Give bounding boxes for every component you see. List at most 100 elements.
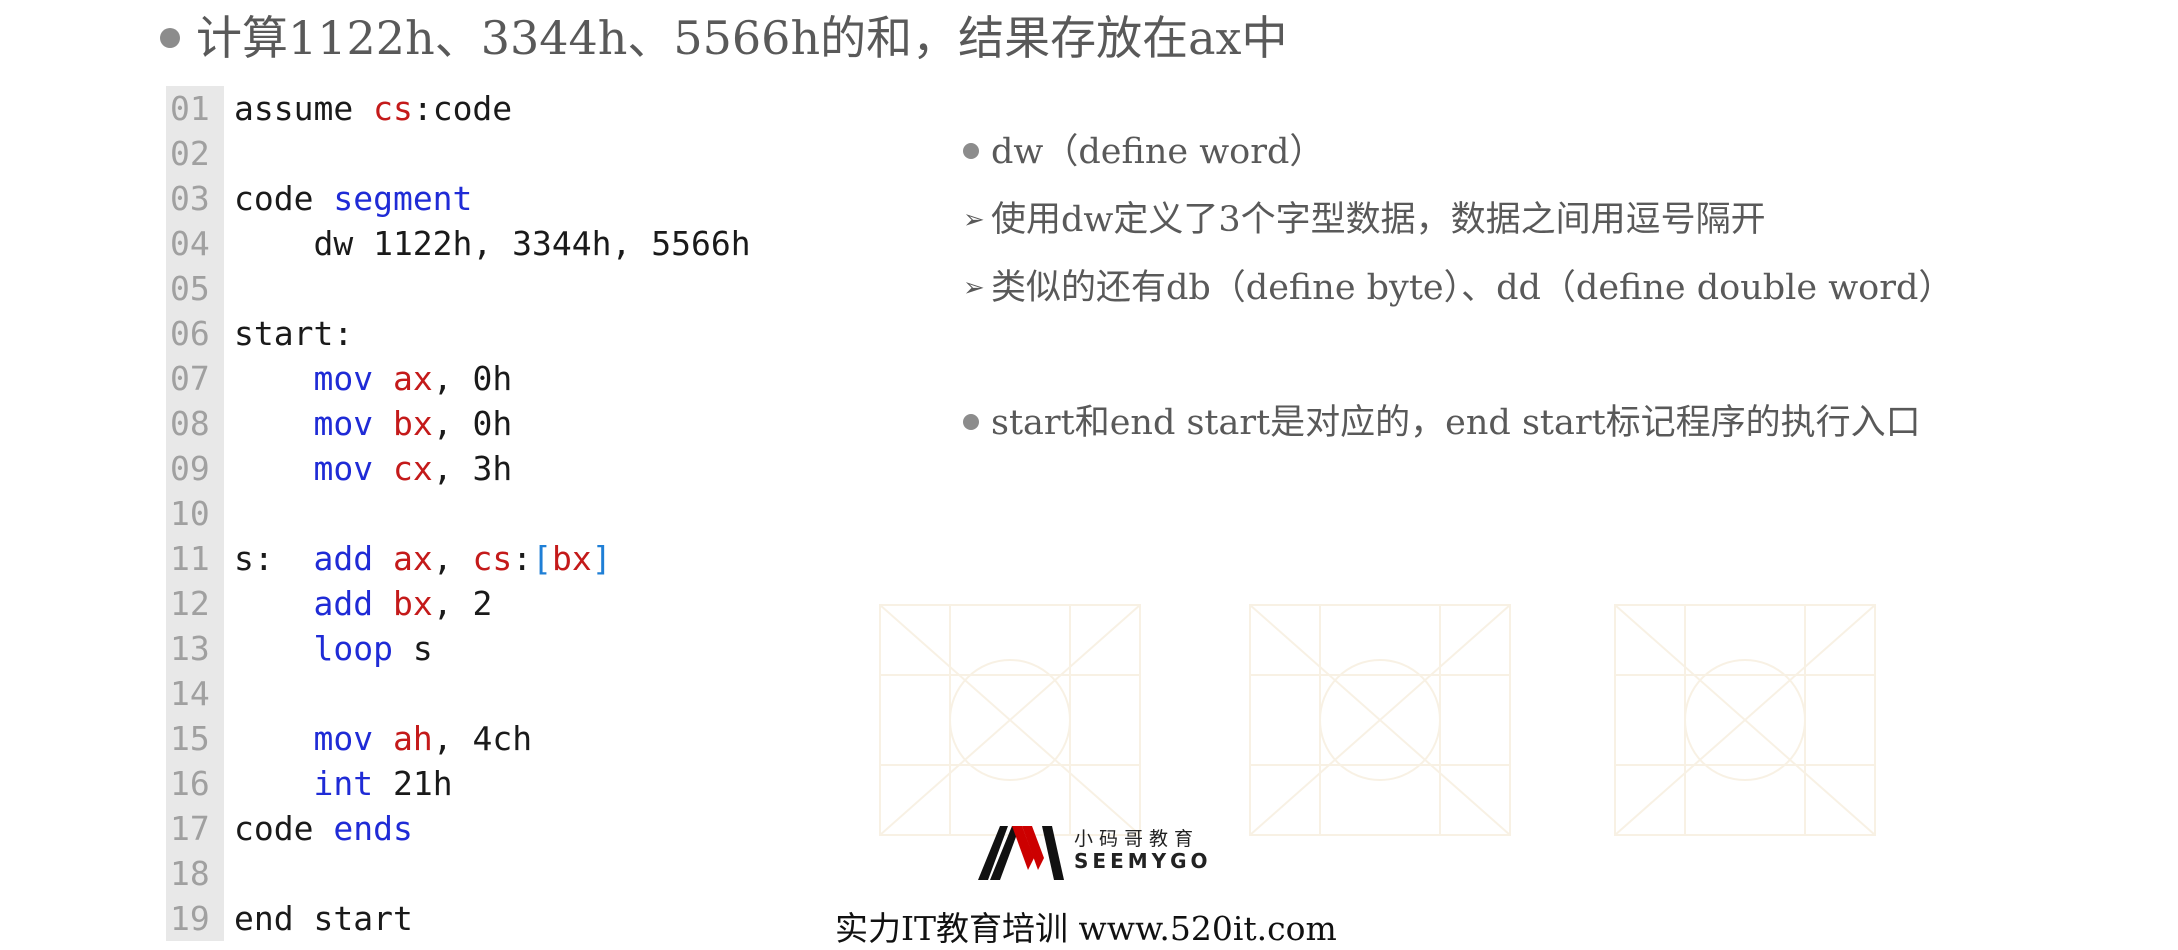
line-number: 12 bbox=[166, 581, 224, 626]
code-text: dw 1122h, 3344h, 5566h bbox=[224, 221, 751, 266]
code-token: dw 1122h, 3344h, 5566h bbox=[234, 224, 751, 263]
code-token: add bbox=[313, 584, 374, 623]
seemygo-logo-icon bbox=[978, 826, 1064, 880]
code-token: bx bbox=[392, 404, 433, 443]
code-token: mov bbox=[313, 359, 374, 398]
code-listing: 01 assume cs:code 02 03 code segment 04 dw 11… bbox=[166, 86, 751, 941]
code-line: 11 s: add ax, cs:[bx] bbox=[166, 536, 751, 581]
code-token: loop bbox=[313, 629, 393, 668]
code-line: 19 end start bbox=[166, 896, 751, 941]
line-number: 14 bbox=[166, 671, 224, 716]
line-number: 13 bbox=[166, 626, 224, 671]
code-token: :code bbox=[412, 89, 513, 128]
code-text: end start bbox=[224, 896, 413, 941]
line-number: 15 bbox=[166, 716, 224, 761]
code-line: 03 code segment bbox=[166, 176, 751, 221]
code-line: 17 code ends bbox=[166, 806, 751, 851]
bullet-dot-icon bbox=[963, 142, 979, 159]
code-token: ah bbox=[392, 719, 433, 758]
code-token: , 0h bbox=[432, 359, 513, 398]
code-text: mov bx, 0h bbox=[224, 401, 512, 446]
code-token: code bbox=[234, 809, 334, 848]
code-token: cs bbox=[373, 89, 413, 128]
watermark-pattern-1 bbox=[879, 604, 1141, 836]
code-line: 05 bbox=[166, 266, 751, 311]
line-number: 04 bbox=[166, 221, 224, 266]
code-token: s bbox=[392, 629, 433, 668]
bullet-dot-icon bbox=[963, 413, 979, 430]
line-number: 03 bbox=[166, 176, 224, 221]
code-line: 08 mov bx, 0h bbox=[166, 401, 751, 446]
watermark-pattern-2 bbox=[1249, 604, 1511, 836]
code-token: [ bbox=[532, 539, 552, 578]
line-number: 08 bbox=[166, 401, 224, 446]
code-line: 14 bbox=[166, 671, 751, 716]
code-token: assume bbox=[234, 89, 374, 128]
watermark-pattern-3 bbox=[1614, 604, 1876, 836]
line-number: 02 bbox=[166, 131, 224, 176]
code-token: add bbox=[313, 539, 374, 578]
code-token: ax bbox=[392, 359, 433, 398]
logo-english-text: SEEMYGO bbox=[1074, 849, 1212, 873]
line-number: 18 bbox=[166, 851, 224, 896]
note-dw-sub1-text: 使用dw定义了3个字型数据，数据之间用逗号隔开 bbox=[991, 200, 1766, 240]
code-text: add bx, 2 bbox=[224, 581, 492, 626]
code-line: 12 add bx, 2 bbox=[166, 581, 751, 626]
code-token: ] bbox=[591, 539, 612, 578]
arrow-bullet-icon: ➢ bbox=[963, 273, 985, 303]
line-number: 16 bbox=[166, 761, 224, 806]
code-line: 09 mov cx, 3h bbox=[166, 446, 751, 491]
code-token: 21h bbox=[373, 764, 453, 803]
note-dw-sub1: ➢ 使用dw定义了3个字型数据，数据之间用逗号隔开 bbox=[963, 195, 1766, 248]
code-token: , bbox=[432, 539, 473, 578]
note-start-end: start和end start是对应的，end start标记程序的执行入口 bbox=[963, 398, 1921, 448]
code-token: mov bbox=[313, 404, 374, 443]
code-text: code segment bbox=[224, 176, 472, 221]
code-text: mov ah, 4ch bbox=[224, 716, 532, 761]
note-dw-sub2-text: 类似的还有db（define byte）、dd（define double wo… bbox=[991, 268, 1954, 308]
code-token: ends bbox=[333, 809, 413, 848]
code-text: code ends bbox=[224, 806, 413, 851]
note-dw-heading: dw（define word） bbox=[963, 127, 1324, 177]
code-line: 18 bbox=[166, 851, 751, 896]
code-token: end start bbox=[234, 899, 413, 938]
slide-title: 计算1122h、3344h、5566h的和，结果存放在ax中 bbox=[160, 8, 1287, 68]
line-number: 17 bbox=[166, 806, 224, 851]
line-number: 01 bbox=[166, 86, 224, 131]
line-number: 11 bbox=[166, 536, 224, 581]
code-token: , 0h bbox=[432, 404, 513, 443]
note-dw-heading-text: dw（define word） bbox=[991, 132, 1325, 172]
code-token: , 3h bbox=[432, 449, 513, 488]
code-token: segment bbox=[333, 179, 473, 218]
footer-slogan: 实力IT教育培训 www.520it.com bbox=[835, 909, 1337, 948]
line-number: 10 bbox=[166, 491, 224, 536]
code-text: s: add ax, cs:[bx] bbox=[224, 536, 612, 581]
code-token: bx bbox=[392, 584, 433, 623]
code-line: 10 bbox=[166, 491, 751, 536]
line-number: 07 bbox=[166, 356, 224, 401]
slide-title-text: 计算1122h、3344h、5566h的和，结果存放在ax中 bbox=[196, 11, 1288, 65]
code-token: mov bbox=[313, 449, 374, 488]
code-token: s: bbox=[234, 539, 314, 578]
code-line: 15 mov ah, 4ch bbox=[166, 716, 751, 761]
code-token: cx bbox=[392, 449, 433, 488]
brand-logo: 小码哥教育 SEEMYGO bbox=[976, 818, 1212, 882]
code-line: 07 mov ax, 0h bbox=[166, 356, 751, 401]
line-number: 06 bbox=[166, 311, 224, 356]
code-line: 02 bbox=[166, 131, 751, 176]
